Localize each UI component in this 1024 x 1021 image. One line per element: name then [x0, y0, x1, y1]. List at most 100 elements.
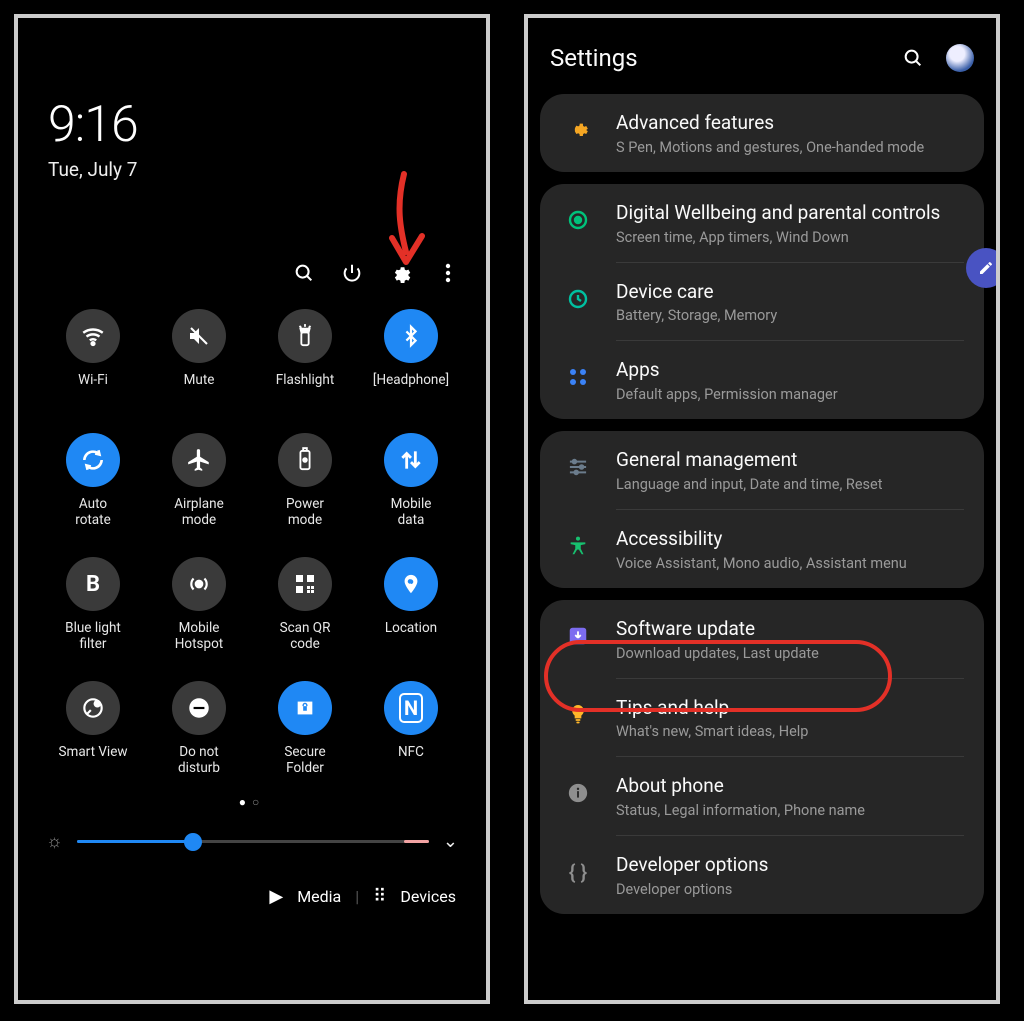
- qs-tile-airplane[interactable]: Airplane mode: [148, 433, 250, 529]
- devices-icon[interactable]: ⠿: [373, 886, 386, 907]
- qs-header: 9:16 Tue, July 7: [18, 18, 486, 191]
- account-avatar[interactable]: [946, 44, 974, 72]
- qs-footer: ▶ Media | ⠿ Devices: [18, 852, 486, 907]
- tips-icon: [560, 697, 596, 733]
- secure-icon[interactable]: [278, 681, 332, 735]
- settings-item-title: Developer options: [616, 854, 768, 877]
- dnd-icon[interactable]: [172, 681, 226, 735]
- edit-fab[interactable]: [966, 248, 1000, 288]
- settings-item-title: Advanced features: [616, 112, 924, 135]
- airplane-icon[interactable]: [172, 433, 226, 487]
- qs-tile-label: Mute: [184, 373, 215, 405]
- settings-item-devicecare[interactable]: Device careBattery, Storage, Memory: [540, 263, 984, 341]
- power-icon[interactable]: [340, 261, 364, 285]
- brightness-row: ☼ ⌄: [18, 809, 486, 852]
- settings-card: Digital Wellbeing and parental controls S…: [540, 184, 984, 419]
- qs-tile-label: Smart View: [58, 745, 127, 777]
- settings-item-title: General management: [616, 449, 882, 472]
- settings-item-a11y[interactable]: Accessibility Voice Assistant, Mono audio…: [540, 510, 984, 588]
- settings-card: Software updateDownload updates, Last up…: [540, 600, 984, 914]
- flashlight-icon[interactable]: [278, 309, 332, 363]
- settings-card: General managementLanguage and input, Da…: [540, 431, 984, 588]
- settings-item-wellbeing[interactable]: Digital Wellbeing and parental controls S…: [540, 184, 984, 262]
- qs-tiles-grid: Wi-Fi Mute Flashlight [Headphone] Auto rotat…: [18, 295, 486, 777]
- autorotate-icon[interactable]: [66, 433, 120, 487]
- settings-item-subtitle: Voice Assistant, Mono audio, Assistant m…: [616, 555, 907, 572]
- settings-item-title: Software update: [616, 618, 819, 641]
- qs-tile-hotspot[interactable]: Mobile Hotspot: [148, 557, 250, 653]
- brightness-icon: ☼: [46, 831, 63, 852]
- brightness-thumb[interactable]: [184, 833, 202, 851]
- mobiledata-icon[interactable]: [384, 433, 438, 487]
- page-indicator: ●○: [18, 795, 486, 809]
- qs-tile-dnd[interactable]: Do not disturb: [148, 681, 250, 777]
- qs-tile-label: Location: [385, 621, 437, 653]
- settings-item-general[interactable]: General managementLanguage and input, Da…: [540, 431, 984, 509]
- qs-tile-label: NFC: [398, 745, 424, 777]
- clock-time: 9:16: [48, 96, 456, 154]
- qs-tile-secure[interactable]: Secure Folder: [254, 681, 356, 777]
- settings-item-title: Tips and help: [616, 697, 808, 720]
- gear-icon[interactable]: [388, 261, 412, 285]
- qs-tile-wifi[interactable]: Wi-Fi: [42, 309, 144, 405]
- bluelight-icon[interactable]: B: [66, 557, 120, 611]
- qr-icon[interactable]: [278, 557, 332, 611]
- qs-tile-flashlight[interactable]: Flashlight: [254, 309, 356, 405]
- qs-tile-mute[interactable]: Mute: [148, 309, 250, 405]
- settings-item-advanced[interactable]: Advanced featuresS Pen, Motions and gest…: [540, 94, 984, 172]
- settings-item-subtitle: Developer options: [616, 881, 768, 898]
- apps-icon: [560, 359, 596, 395]
- search-icon[interactable]: [292, 261, 316, 285]
- qs-tile-powermode[interactable]: Power mode: [254, 433, 356, 529]
- settings-item-title: Digital Wellbeing and parental controls: [616, 202, 940, 225]
- more-icon[interactable]: [436, 261, 460, 285]
- qs-tile-label: Mobile data: [391, 497, 432, 529]
- wifi-icon[interactable]: [66, 309, 120, 363]
- qs-tile-label: Flashlight: [276, 373, 335, 405]
- settings-item-title: Accessibility: [616, 528, 907, 551]
- search-icon[interactable]: [900, 45, 926, 71]
- settings-item-dev[interactable]: { }Developer optionsDeveloper options: [540, 836, 984, 914]
- location-icon[interactable]: [384, 557, 438, 611]
- qs-tile-mobiledata[interactable]: Mobile data: [360, 433, 462, 529]
- settings-item-tips[interactable]: Tips and helpWhat's new, Smart ideas, He…: [540, 679, 984, 757]
- smartview-icon[interactable]: [66, 681, 120, 735]
- qs-tile-label: Auto rotate: [75, 497, 110, 529]
- media-label[interactable]: Media: [297, 887, 341, 906]
- qs-tile-label: Blue light filter: [65, 621, 121, 653]
- qs-tile-label: Wi-Fi: [78, 373, 108, 405]
- page-title: Settings: [550, 44, 878, 72]
- settings-item-subtitle: Screen time, App timers, Wind Down: [616, 229, 940, 246]
- qs-tile-smartview[interactable]: Smart View: [42, 681, 144, 777]
- qs-tile-qr[interactable]: Scan QR code: [254, 557, 356, 653]
- wellbeing-icon: [560, 202, 596, 238]
- software-icon: [560, 618, 596, 654]
- settings-header: Settings: [528, 18, 996, 82]
- settings-item-apps[interactable]: AppsDefault apps, Permission manager: [540, 341, 984, 419]
- about-icon: [560, 775, 596, 811]
- general-icon: [560, 449, 596, 485]
- qs-tile-label: Power mode: [286, 497, 324, 529]
- qs-tile-nfc[interactable]: N NFC: [360, 681, 462, 777]
- settings-item-software[interactable]: Software updateDownload updates, Last up…: [540, 600, 984, 678]
- brightness-slider[interactable]: [77, 840, 429, 843]
- powermode-icon[interactable]: [278, 433, 332, 487]
- qs-tile-label: [Headphone]: [373, 373, 449, 405]
- chevron-down-icon[interactable]: ⌄: [443, 831, 458, 852]
- settings-card: Advanced featuresS Pen, Motions and gest…: [540, 94, 984, 172]
- settings-item-about[interactable]: About phoneStatus, Legal information, Ph…: [540, 757, 984, 835]
- qs-tile-label: Mobile Hotspot: [175, 621, 223, 653]
- bluetooth-icon[interactable]: [384, 309, 438, 363]
- qs-tile-location[interactable]: Location: [360, 557, 462, 653]
- settings-item-title: About phone: [616, 775, 865, 798]
- devices-label[interactable]: Devices: [400, 887, 456, 906]
- devicecare-icon: [560, 281, 596, 317]
- qs-tile-bluetooth[interactable]: [Headphone]: [360, 309, 462, 405]
- clock-date: Tue, July 7: [48, 158, 456, 181]
- mute-icon[interactable]: [172, 309, 226, 363]
- nfc-icon[interactable]: N: [384, 681, 438, 735]
- hotspot-icon[interactable]: [172, 557, 226, 611]
- media-play-icon[interactable]: ▶: [269, 886, 283, 907]
- qs-tile-autorotate[interactable]: Auto rotate: [42, 433, 144, 529]
- qs-tile-bluelight[interactable]: B Blue light filter: [42, 557, 144, 653]
